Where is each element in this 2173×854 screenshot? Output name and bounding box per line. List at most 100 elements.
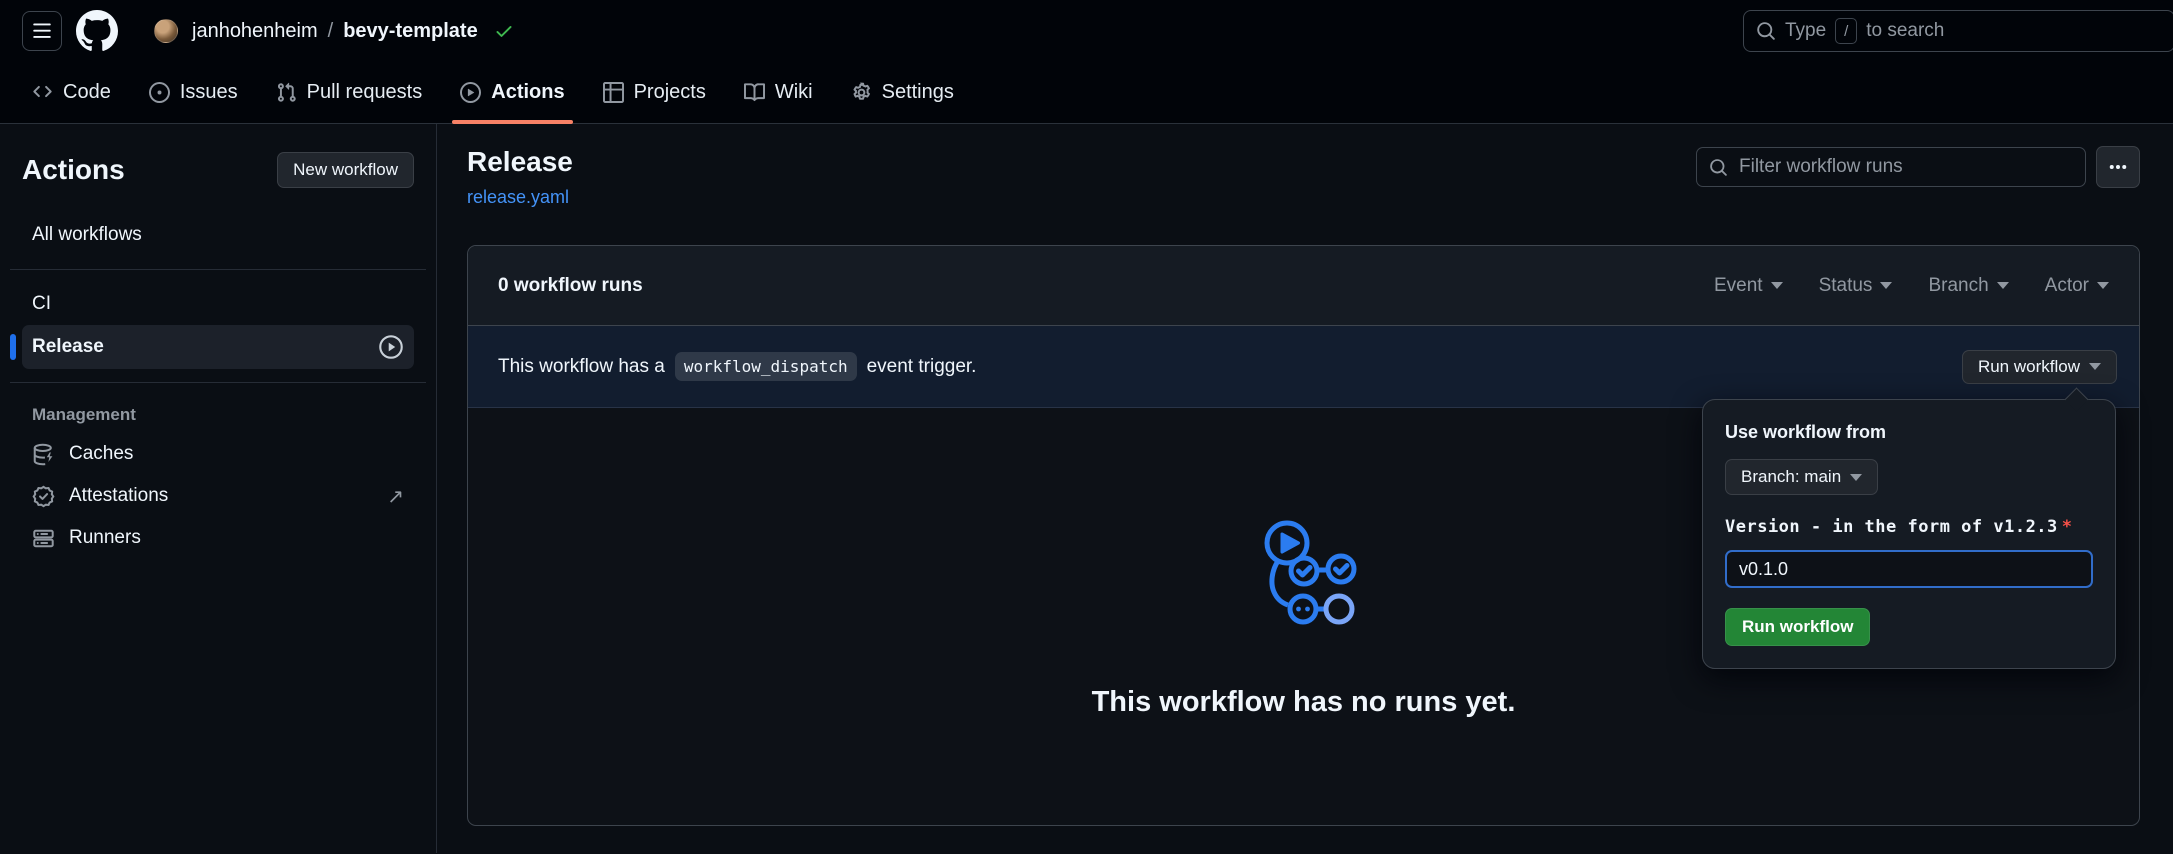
caret-down-icon — [2097, 282, 2109, 289]
workflow-graph-illustration — [1249, 516, 1359, 628]
caret-down-icon — [2089, 363, 2101, 370]
search-placeholder-prefix: Type — [1785, 20, 1826, 42]
actor-filter-dropdown[interactable]: Actor — [2045, 275, 2109, 297]
sidebar-header: Actions New workflow — [22, 152, 414, 188]
tab-code[interactable]: Code — [20, 62, 123, 123]
avatar[interactable] — [154, 19, 178, 43]
actions-sidebar: Actions New workflow All workflows CI Re… — [0, 124, 437, 853]
verified-badge-icon — [32, 485, 55, 508]
event-filter-dropdown[interactable]: Event — [1714, 275, 1783, 297]
tab-label: Settings — [882, 81, 954, 104]
breadcrumb-separator: / — [328, 20, 334, 43]
runs-filter-bar: Event Status Branch Actor — [1714, 275, 2109, 297]
sidebar-divider — [10, 269, 426, 270]
caret-down-icon — [1850, 474, 1862, 481]
workflow-header: Release release.yaml — [467, 146, 2140, 209]
sidebar-item-ci[interactable]: CI — [22, 283, 414, 325]
sidebar-item-runners[interactable]: Runners — [22, 517, 414, 559]
filter-label: Actor — [2045, 275, 2089, 297]
selected-accent-bar — [10, 334, 16, 360]
search-icon — [1756, 21, 1776, 41]
sidebar-item-label: Release — [32, 336, 104, 358]
version-input-label: Version - in the form of v1.2.3* — [1725, 517, 2093, 537]
run-workflow-panel: Use workflow from Branch: main Version -… — [1702, 399, 2116, 669]
app-header-row: janhohenheim / bevy-template Type / to s… — [0, 0, 2173, 62]
global-search-input[interactable]: Type / to search — [1743, 10, 2173, 52]
sidebar-item-label: All workflows — [32, 224, 142, 246]
version-input[interactable] — [1725, 550, 2093, 588]
workflow-file-link[interactable]: release.yaml — [467, 187, 569, 208]
top-navigation-bar: janhohenheim / bevy-template Type / to s… — [0, 0, 2173, 124]
github-actions-page: janhohenheim / bevy-template Type / to s… — [0, 0, 2173, 854]
tab-label: Code — [63, 81, 111, 104]
workflow-dispatch-code-chip: workflow_dispatch — [675, 352, 857, 381]
commit-status-check-icon[interactable] — [494, 21, 514, 41]
sidebar-item-label: CI — [32, 293, 51, 315]
tab-label: Projects — [634, 81, 706, 104]
branch-select-button[interactable]: Branch: main — [1725, 459, 1878, 495]
sidebar-item-all-workflows[interactable]: All workflows — [22, 214, 414, 256]
tab-projects[interactable]: Projects — [591, 62, 718, 123]
code-icon — [32, 82, 53, 103]
sidebar-item-label: Caches — [69, 443, 133, 465]
required-marker: * — [2062, 517, 2073, 537]
book-icon — [744, 82, 765, 103]
search-placeholder-suffix: to search — [1866, 20, 1944, 42]
run-workflow-dropdown-button[interactable]: Run workflow — [1962, 350, 2117, 384]
workflow-dispatch-play-icon — [378, 334, 404, 360]
run-panel-title: Use workflow from — [1725, 422, 2093, 443]
caret-down-icon — [1997, 282, 2009, 289]
dispatch-notice-text: This workflow has a workflow_dispatch ev… — [498, 352, 976, 381]
filter-label: Event — [1714, 275, 1763, 297]
search-icon — [1709, 158, 1728, 177]
branch-filter-dropdown[interactable]: Branch — [1928, 275, 2008, 297]
tab-pull-requests[interactable]: Pull requests — [264, 62, 435, 123]
dispatch-text-after: event trigger. — [867, 356, 977, 378]
new-workflow-button[interactable]: New workflow — [277, 152, 414, 188]
hamburger-menu-button[interactable] — [22, 11, 62, 51]
github-logo[interactable] — [76, 10, 118, 52]
git-pull-request-icon — [276, 82, 297, 103]
version-label-text: Version - in the form of v1.2.3 — [1725, 517, 2058, 537]
status-filter-dropdown[interactable]: Status — [1819, 275, 1893, 297]
tab-label: Pull requests — [307, 81, 423, 104]
workflow-dispatch-banner: This workflow has a workflow_dispatch ev… — [468, 326, 2139, 408]
gear-icon — [851, 82, 872, 103]
management-section-title: Management — [32, 405, 414, 425]
tab-wiki[interactable]: Wiki — [732, 62, 825, 123]
github-mark-icon — [76, 10, 118, 52]
tab-issues[interactable]: Issues — [137, 62, 250, 123]
tab-label: Wiki — [775, 81, 813, 104]
runs-list-header: 0 workflow runs Event Status Branch — [468, 246, 2139, 326]
three-bars-icon — [32, 21, 52, 41]
tab-label: Actions — [491, 81, 564, 104]
sidebar-item-release[interactable]: Release — [22, 325, 414, 369]
issue-opened-icon — [149, 82, 170, 103]
play-circle-icon — [460, 82, 481, 103]
run-workflow-button-label: Run workflow — [1978, 357, 2080, 377]
filter-label: Branch — [1928, 275, 1988, 297]
sidebar-item-label: Runners — [69, 527, 141, 549]
tab-settings[interactable]: Settings — [839, 62, 966, 123]
breadcrumb-owner-link[interactable]: janhohenheim — [192, 20, 318, 43]
filter-workflow-runs-input[interactable] — [1696, 147, 2086, 187]
kebab-horizontal-icon — [2108, 157, 2128, 177]
run-workflow-submit-button[interactable]: Run workflow — [1725, 608, 1870, 646]
cache-icon — [32, 443, 55, 466]
caret-down-icon — [1771, 282, 1783, 289]
projects-table-icon — [603, 82, 624, 103]
filter-input-wrap — [1696, 147, 2086, 187]
caret-down-icon — [1880, 282, 1892, 289]
runs-count-label: 0 workflow runs — [498, 275, 643, 297]
workflow-options-kebab-button[interactable] — [2096, 146, 2140, 188]
tab-actions[interactable]: Actions — [448, 62, 576, 123]
sidebar-item-label: Attestations — [69, 485, 168, 507]
sidebar-divider — [10, 382, 426, 383]
repo-tab-bar: Code Issues Pull requests Actions Projec… — [0, 62, 2173, 124]
sidebar-item-caches[interactable]: Caches — [22, 433, 414, 475]
sidebar-item-attestations[interactable]: Attestations ↗ — [22, 475, 414, 517]
tab-label: Issues — [180, 81, 238, 104]
runners-server-icon — [32, 527, 55, 550]
breadcrumb-repo-link[interactable]: bevy-template — [343, 20, 478, 43]
external-link-arrow-icon: ↗ — [387, 484, 404, 509]
